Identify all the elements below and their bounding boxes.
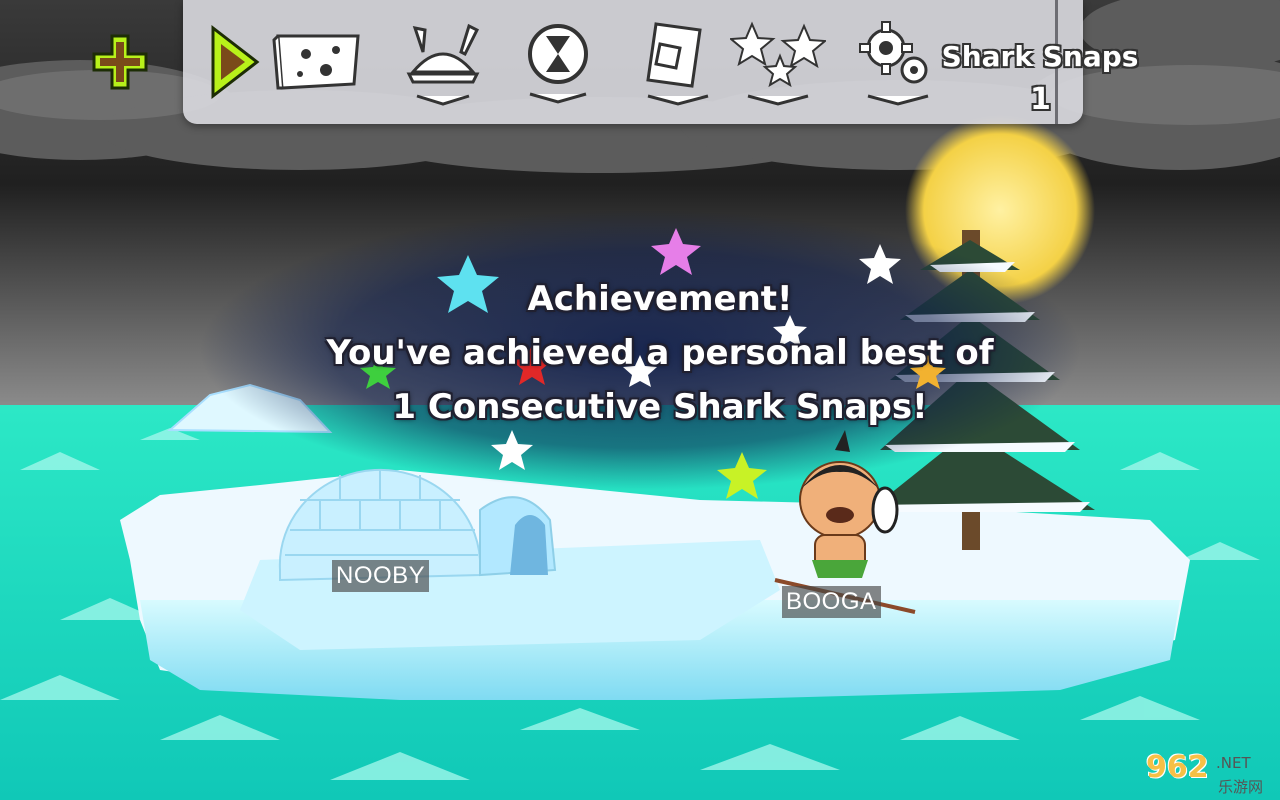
watermark-suffix: .NET bbox=[1216, 754, 1251, 772]
nooby-name-tag[interactable]: NOOBY bbox=[332, 560, 430, 592]
watermark-brand: 962 bbox=[1146, 750, 1209, 785]
hat-icon bbox=[406, 23, 480, 106]
map-icon bbox=[272, 34, 360, 90]
hourglass-button[interactable] bbox=[510, 16, 606, 112]
hat-button[interactable] bbox=[395, 16, 491, 112]
settings-icon bbox=[859, 21, 929, 106]
play-button[interactable] bbox=[205, 16, 265, 112]
stars-button[interactable] bbox=[728, 16, 828, 112]
stars-icon bbox=[728, 21, 828, 106]
achievement-line-3: 1 Consecutive Shark Snaps! bbox=[392, 387, 928, 427]
map-button[interactable] bbox=[270, 16, 366, 112]
booga-name-tag[interactable]: BOOGA bbox=[782, 586, 881, 618]
achievement-line-2: You've achieved a personal best of bbox=[326, 333, 994, 373]
achievement-title: Achievement! bbox=[527, 279, 793, 319]
watermark-cn: 乐游网 bbox=[1218, 778, 1264, 796]
card-button[interactable] bbox=[630, 16, 726, 112]
achievement-message: Achievement! You've achieved a personal … bbox=[300, 272, 1020, 434]
play-icon bbox=[211, 24, 260, 100]
shark-snaps-count: 1 bbox=[1030, 82, 1051, 117]
hourglass-icon bbox=[528, 24, 588, 104]
add-button[interactable] bbox=[88, 30, 152, 94]
shark-snaps-label: Shark Snaps bbox=[941, 40, 1139, 73]
add-icon bbox=[92, 34, 148, 90]
card-icon bbox=[646, 22, 709, 106]
settings-button[interactable] bbox=[850, 16, 946, 112]
